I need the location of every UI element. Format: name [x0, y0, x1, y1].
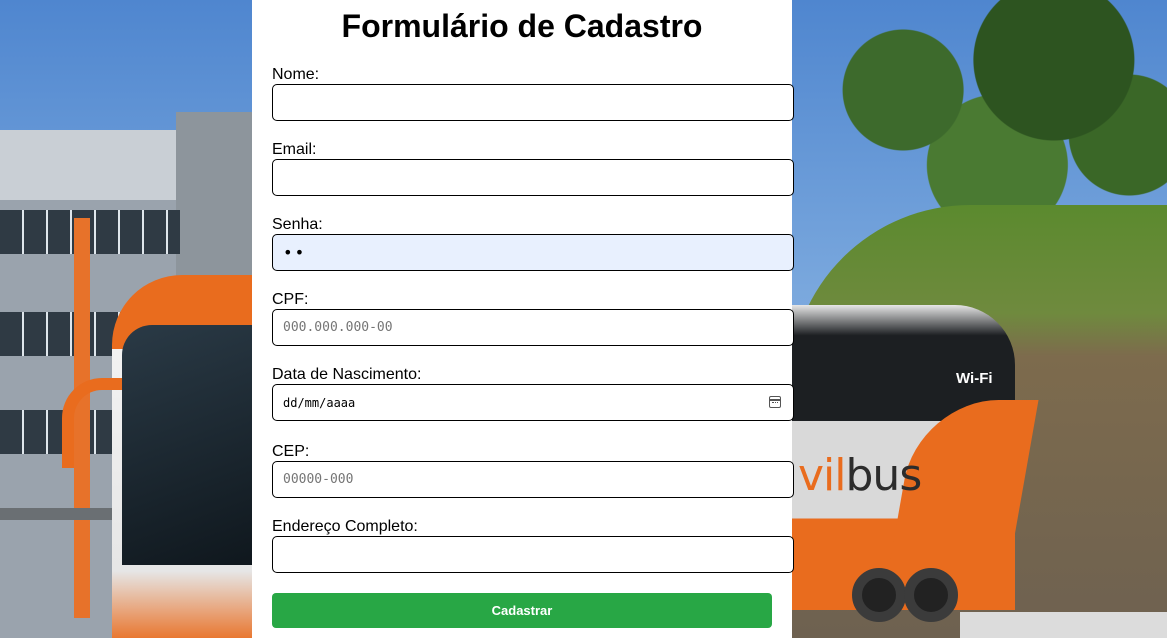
calendar-icon[interactable]: [769, 396, 781, 408]
address-input[interactable]: [272, 536, 794, 573]
email-input[interactable]: [272, 159, 794, 196]
email-label: Email:: [272, 141, 317, 158]
cpf-input[interactable]: 000.000.000-00: [272, 309, 794, 346]
bus-wheel: [904, 568, 958, 622]
bus-wheel: [852, 568, 906, 622]
building-canopy: [0, 508, 130, 520]
birthdate-label: Data de Nascimento:: [272, 366, 422, 383]
cep-placeholder: 00000-000: [283, 472, 354, 487]
registration-form-panel: Formulário de Cadastro Nome: Email: Senh…: [252, 0, 794, 638]
password-label: Senha:: [272, 216, 323, 233]
cpf-label: CPF:: [272, 291, 309, 308]
bus-mirror: [62, 378, 122, 468]
cep-input[interactable]: 00000-000: [272, 461, 794, 498]
building-side: [176, 112, 256, 292]
building-upper-facade: [0, 130, 190, 200]
bus-windshield: [122, 325, 257, 565]
bus-brand-suffix: bus: [845, 450, 923, 501]
address-label: Endereço Completo:: [272, 518, 418, 535]
password-input[interactable]: ••: [272, 234, 794, 271]
cpf-placeholder: 000.000.000-00: [283, 320, 393, 335]
wifi-badge: Wi-Fi: [956, 370, 993, 387]
birthdate-format: dd/mm/aaaa: [283, 395, 356, 410]
name-input[interactable]: [272, 84, 794, 121]
form-title: Formulário de Cadastro: [341, 8, 703, 44]
cep-label: CEP:: [272, 443, 310, 460]
birthdate-input[interactable]: dd/mm/aaaa: [272, 384, 794, 421]
name-label: Nome:: [272, 66, 320, 83]
bus-brand-prefix: vil: [798, 450, 846, 501]
road: [960, 612, 1167, 638]
submit-button[interactable]: Cadastrar: [272, 593, 772, 628]
bus-brand-logo: vilbus: [798, 450, 923, 501]
building-window-row: [0, 210, 180, 254]
password-input-value: ••: [283, 243, 307, 262]
